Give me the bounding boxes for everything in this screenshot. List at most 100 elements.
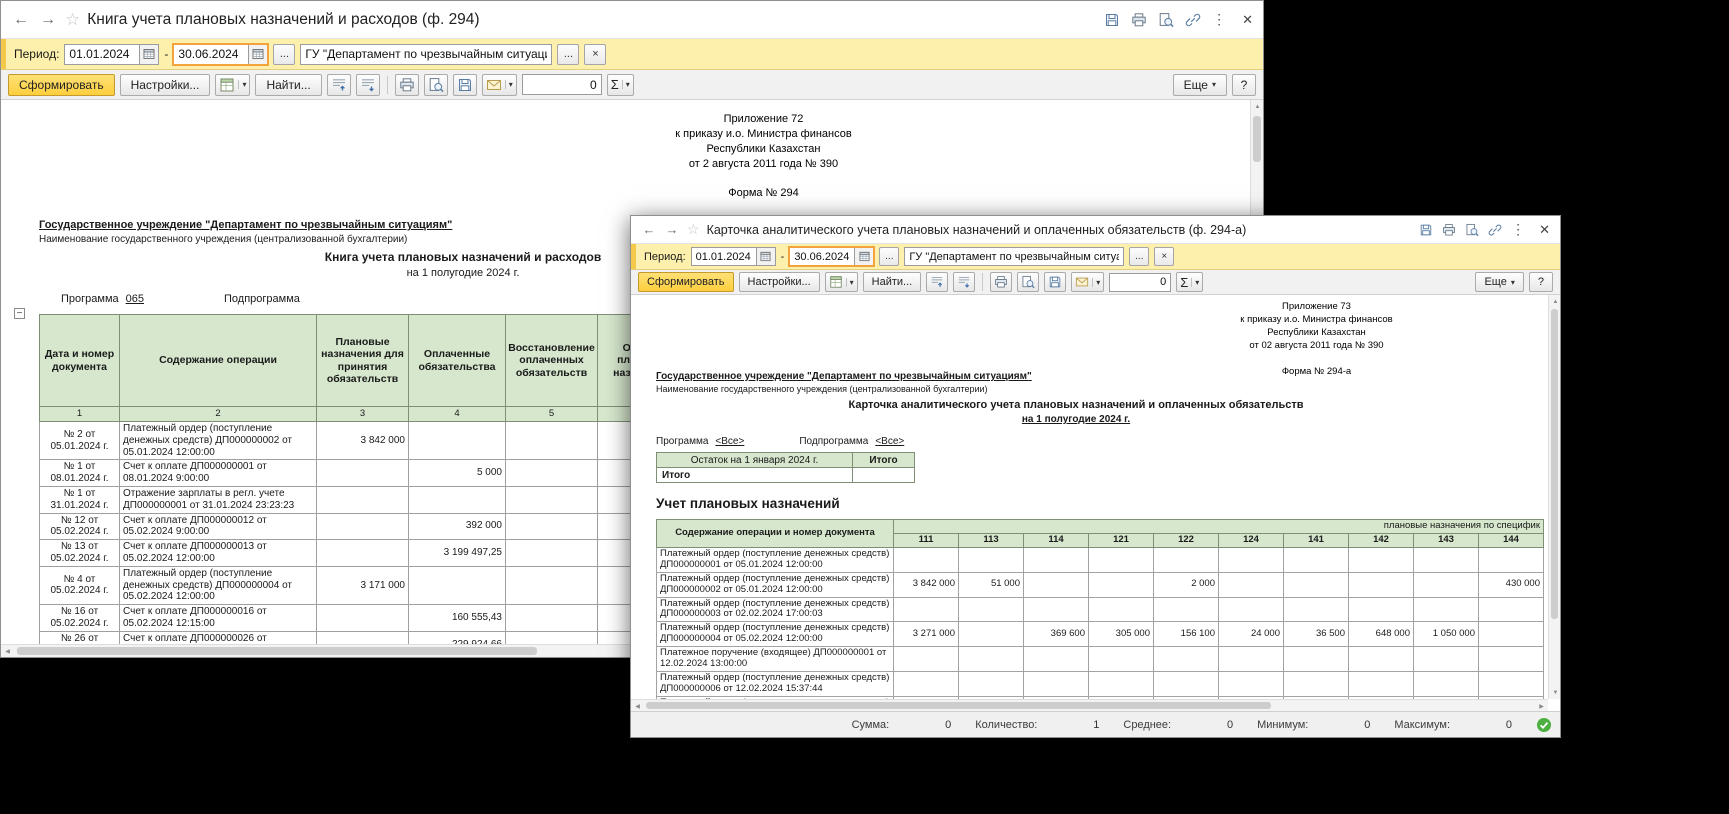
program-value-link[interactable]: 065 (126, 293, 144, 305)
restored-amount-cell[interactable] (506, 486, 598, 513)
plan-amount-cell[interactable]: 2 000 (1154, 572, 1219, 597)
plan-amount-cell[interactable] (1089, 647, 1154, 672)
plan-amount-cell[interactable] (959, 622, 1024, 647)
plan-amount-cell[interactable] (959, 597, 1024, 622)
toolbar-save-button[interactable] (1044, 272, 1066, 292)
horizontal-scrollbar[interactable]: ◀ ▶ (631, 699, 1548, 711)
operation-cell[interactable]: Счет к оплате ДП000000001 от 08.01.2024 … (120, 460, 317, 487)
toolbar-print-button[interactable] (395, 74, 419, 96)
plan-amount-cell[interactable] (1414, 547, 1479, 572)
plan-amount-cell[interactable] (1154, 647, 1219, 672)
forward-arrow-icon[interactable]: → (664, 222, 680, 237)
plan-amount-cell[interactable] (1479, 622, 1544, 647)
plan-amount-cell[interactable]: 156 100 (1154, 622, 1219, 647)
operation-cell[interactable]: Платежный ордер (поступление денежных ср… (120, 566, 317, 604)
doc-cell[interactable]: № 1 от 08.01.2024 г. (40, 460, 120, 487)
operation-cell[interactable]: Счет к оплате ДП000000013 от 05.02.2024 … (120, 540, 317, 567)
restored-amount-cell[interactable] (506, 631, 598, 644)
spec-code-header[interactable]: 122 (1154, 533, 1219, 547)
plan-amount-cell[interactable] (894, 597, 959, 622)
plan-amount-cell[interactable]: 1 050 000 (1414, 622, 1479, 647)
plan-doc-cell[interactable]: Платежный ордер (поступление денежных ср… (657, 547, 894, 572)
plan-amount-cell[interactable]: 430 000 (1479, 572, 1544, 597)
plan-doc-cell[interactable]: Платежный ордер (поступление денежных ср… (657, 572, 894, 597)
plan-amount-cell[interactable] (1349, 672, 1414, 697)
paid-amount-cell[interactable] (409, 422, 506, 460)
plan-amount-cell[interactable] (1284, 672, 1349, 697)
restored-amount-cell[interactable] (506, 460, 598, 487)
organization-clear-button[interactable]: × (1154, 247, 1174, 266)
plan-amount-cell[interactable]: 3 842 000 (317, 422, 409, 460)
doc-cell[interactable]: № 16 от 05.02.2024 г. (40, 605, 120, 632)
find-button[interactable]: Найти... (255, 74, 321, 96)
report-variant-button[interactable]: ▾ (215, 74, 250, 96)
collapse-groups-button[interactable] (327, 74, 351, 96)
operation-cell[interactable]: Счет к оплате ДП000000012 от 05.02.2024 … (120, 513, 317, 540)
plan-amount-cell[interactable] (1089, 672, 1154, 697)
restored-amount-cell[interactable] (506, 605, 598, 632)
expand-groups-button[interactable] (356, 74, 380, 96)
plan-amount-cell[interactable]: 24 000 (1219, 622, 1284, 647)
print-icon[interactable] (1131, 12, 1147, 28)
plan-doc-cell[interactable]: Платежное поручение (входящее) ДП0000000… (657, 647, 894, 672)
paid-amount-cell[interactable] (409, 486, 506, 513)
plan-amount-cell[interactable] (1089, 597, 1154, 622)
plan-amount-cell[interactable]: 3 271 000 (894, 622, 959, 647)
plan-amount-cell[interactable] (1284, 647, 1349, 672)
scroll-left-icon[interactable]: ◀ (631, 700, 644, 711)
vertical-scrollbar[interactable]: ▲ ▼ (1548, 295, 1560, 699)
plan-amount-cell[interactable] (1219, 647, 1284, 672)
doc-cell[interactable]: № 1 от 31.01.2024 г. (40, 486, 120, 513)
plan-amount-cell[interactable] (317, 540, 409, 567)
operation-cell[interactable]: Счет к оплате ДП000000016 от 05.02.2024 … (120, 605, 317, 632)
more-menu-icon[interactable]: ⋮ (1212, 11, 1226, 28)
plan-amount-cell[interactable] (1414, 597, 1479, 622)
doc-cell[interactable]: № 12 от 05.02.2024 г. (40, 513, 120, 540)
send-mail-button[interactable]: ▾ (1071, 272, 1104, 292)
plan-amount-cell[interactable] (1089, 572, 1154, 597)
plan-amount-cell[interactable] (894, 547, 959, 572)
plan-amount-cell[interactable] (1284, 547, 1349, 572)
calendar-icon[interactable] (757, 247, 776, 266)
plan-amount-cell[interactable] (894, 647, 959, 672)
plan-amount-cell[interactable] (317, 486, 409, 513)
plan-amount-cell[interactable] (1349, 547, 1414, 572)
plan-amount-cell[interactable] (1219, 572, 1284, 597)
plan-amount-cell[interactable] (1154, 672, 1219, 697)
paid-amount-cell[interactable]: 5 000 (409, 460, 506, 487)
scroll-up-icon[interactable]: ▲ (1549, 295, 1560, 308)
save-icon[interactable] (1104, 12, 1120, 28)
plan-amount-cell[interactable] (959, 647, 1024, 672)
settings-button[interactable]: Настройки... (739, 272, 820, 292)
scroll-up-icon[interactable]: ▲ (1251, 100, 1263, 113)
close-icon[interactable]: ✕ (1539, 222, 1550, 238)
plan-amount-cell[interactable] (1154, 547, 1219, 572)
plan-doc-cell[interactable]: Платежный ордер (поступление денежных ср… (657, 672, 894, 697)
organization-ellipsis-button[interactable]: ... (1129, 247, 1149, 266)
organization-ellipsis-button[interactable]: ... (557, 44, 579, 65)
settings-button[interactable]: Настройки... (120, 74, 211, 96)
period-to-input[interactable] (173, 44, 249, 65)
plan-amount-cell[interactable] (317, 460, 409, 487)
plan-amount-cell[interactable] (894, 672, 959, 697)
doc-cell[interactable]: № 26 от 19.02.2024 г. (40, 631, 120, 644)
restored-amount-cell[interactable] (506, 540, 598, 567)
print-preview-icon[interactable] (1158, 12, 1174, 28)
spec-code-header[interactable]: 111 (894, 533, 959, 547)
paid-amount-cell[interactable] (409, 566, 506, 604)
calendar-icon[interactable] (249, 44, 268, 65)
autosum-value-input[interactable] (1109, 273, 1171, 292)
plan-amount-cell[interactable] (1349, 647, 1414, 672)
scrollbar-thumb[interactable] (1253, 116, 1261, 162)
plan-amount-cell[interactable] (959, 672, 1024, 697)
plan-amount-cell[interactable] (1219, 672, 1284, 697)
program-value-link[interactable]: <Все> (715, 436, 744, 447)
organization-clear-button[interactable]: × (584, 44, 606, 65)
scrollbar-thumb[interactable] (17, 647, 537, 655)
plan-amount-cell[interactable]: 369 600 (1024, 622, 1089, 647)
operation-cell[interactable]: Отражение зарплаты в регл. учете ДП00000… (120, 486, 317, 513)
period-ellipsis-button[interactable]: ... (273, 44, 295, 65)
plan-amount-cell[interactable] (317, 631, 409, 644)
toolbar-print-button[interactable] (990, 272, 1012, 292)
toolbar-preview-button[interactable] (1017, 272, 1039, 292)
